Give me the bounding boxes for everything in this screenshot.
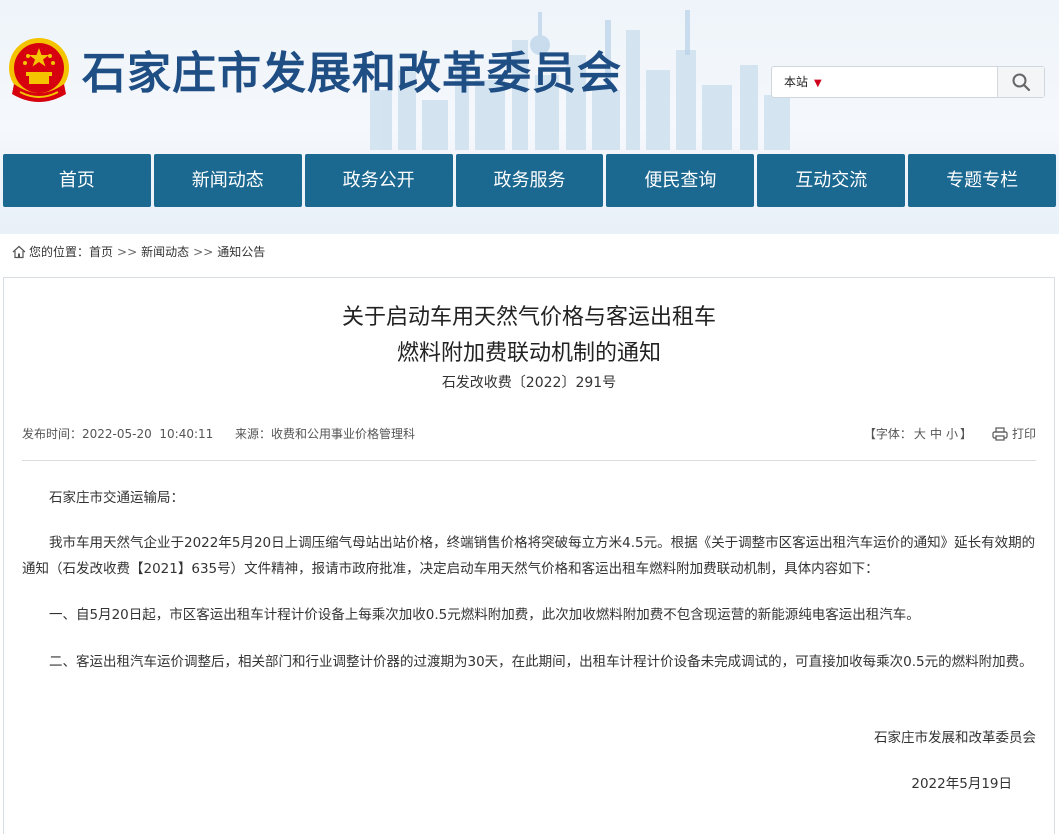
body-paragraph-2: 一、自5月20日起，市区客运出租车计程计价设备上每乘次加收0.5元燃料附加费，此… xyxy=(49,607,920,623)
nav-item-home[interactable]: 首页 xyxy=(3,154,151,207)
search-input[interactable] xyxy=(844,70,998,96)
search-button[interactable] xyxy=(997,67,1044,97)
source-value: 收费和公用事业价格管理科 xyxy=(270,427,415,441)
signature-org: 石家庄市发展和改革委员会 xyxy=(874,730,1036,746)
font-size-control: 【字体：大中小】 xyxy=(864,425,972,442)
nav-item-gov-info[interactable]: 政务公开 xyxy=(304,154,453,207)
nav-item-news[interactable]: 新闻动态 xyxy=(153,154,302,207)
printer-icon xyxy=(992,426,1008,441)
font-medium-button[interactable]: 中 xyxy=(930,427,942,441)
search-box: 本站 ▼ xyxy=(771,66,1045,98)
body-paragraph-1: 我市车用天然气企业于2022年5月20日上调压缩气母站出站价格，终端销售价格将突… xyxy=(22,535,1036,577)
breadcrumb: 您的位置： 首页 >> 新闻动态 >> 通知公告 xyxy=(12,244,265,260)
print-button[interactable]: 打印 xyxy=(992,425,1036,442)
search-icon xyxy=(1012,73,1031,92)
article-title-line1: 关于启动车用天然气价格与客运出租车 xyxy=(341,305,716,330)
article-meta: 发布时间：2022-05-20 10:40:11 来源：收费和公用事业价格管理科 xyxy=(22,425,415,442)
nav-item-public-query[interactable]: 便民查询 xyxy=(606,154,755,207)
nav-item-interaction[interactable]: 互动交流 xyxy=(757,154,906,207)
font-close: 】 xyxy=(959,427,972,441)
nav-item-gov-service[interactable]: 政务服务 xyxy=(455,154,604,207)
print-label: 打印 xyxy=(1011,427,1036,441)
home-icon xyxy=(12,245,26,259)
publish-time: 2022-05-20 10:40:11 xyxy=(82,427,214,441)
site-header: 石家庄市发展和改革委员会 本站 ▼ 首页 新闻动态 政务公开 政务服务 便民查询 … xyxy=(0,0,1059,234)
breadcrumb-separator: >> xyxy=(117,245,138,259)
breadcrumb-home-link[interactable]: 首页 xyxy=(89,244,113,260)
breadcrumb-prefix: 您的位置： xyxy=(29,245,90,259)
article-title-line2: 燃料附加费联动机制的通知 xyxy=(396,341,661,366)
article-tools: 【字体：大中小】 打印 xyxy=(864,425,1036,442)
search-scope-label: 本站 xyxy=(784,75,809,89)
caret-down-icon: ▼ xyxy=(814,78,822,89)
national-emblem-icon xyxy=(9,38,69,102)
breadcrumb-notice-link[interactable]: 通知公告 xyxy=(217,244,265,260)
main-nav: 首页 新闻动态 政务公开 政务服务 便民查询 互动交流 专题专栏 xyxy=(3,154,1057,207)
nav-item-topics[interactable]: 专题专栏 xyxy=(908,154,1057,207)
document-number: 石发改收费〔2022〕291号 xyxy=(441,375,617,391)
font-label: 【字体： xyxy=(863,427,912,441)
breadcrumb-separator: >> xyxy=(193,245,214,259)
article-panel: 关于启动车用天然气价格与客运出租车 燃料附加费联动机制的通知 石发改收费〔202… xyxy=(3,277,1055,834)
signature-date: 2022年5月19日 xyxy=(911,776,1012,792)
font-large-button[interactable]: 大 xyxy=(914,427,926,441)
search-scope-select[interactable]: 本站 ▼ xyxy=(784,67,822,97)
body-paragraph-3: 二、客运出租汽车运价调整后，相关部门和行业调整计价器的过渡期为30天，在此期间，… xyxy=(49,654,1033,670)
source-label: 来源： xyxy=(234,427,271,441)
meta-divider xyxy=(22,460,1036,461)
breadcrumb-news-link[interactable]: 新闻动态 xyxy=(141,244,189,260)
salutation: 石家庄市交通运输局： xyxy=(49,490,184,506)
publish-time-label: 发布时间： xyxy=(22,427,83,441)
font-small-button[interactable]: 小 xyxy=(946,427,958,441)
site-title: 石家庄市发展和改革委员会 xyxy=(82,48,622,99)
